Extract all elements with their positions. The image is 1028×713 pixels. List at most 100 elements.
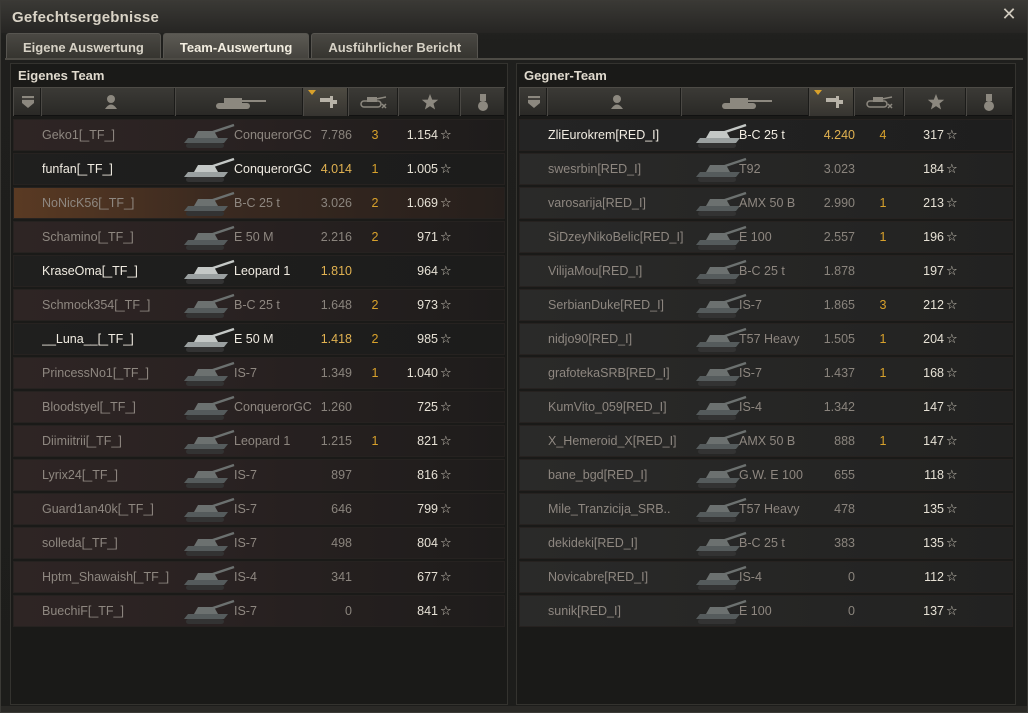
player-column-header[interactable] bbox=[41, 88, 175, 116]
table-row[interactable]: ZliEurokrem[RED_I] B-C 25 t 4.240 4 317 ☆ bbox=[519, 119, 1013, 151]
kills-column-header[interactable] bbox=[348, 88, 398, 116]
table-row[interactable]: KumVito_059[RED_I] IS-4 1.342 147 ☆ bbox=[519, 391, 1013, 423]
star-icon: ☆ bbox=[440, 467, 452, 482]
table-row[interactable]: Guard1an40k[_TF_] IS-7 646 799 ☆ bbox=[13, 493, 505, 525]
damage-value: 1.040 bbox=[406, 366, 438, 380]
table-row[interactable]: solleda[_TF_] IS-7 498 804 ☆ bbox=[13, 527, 505, 559]
table-row[interactable]: swesrbin[RED_I] T92 3.023 184 ☆ bbox=[519, 153, 1013, 185]
xp-column-header[interactable] bbox=[809, 88, 854, 116]
xp-value: 655 bbox=[834, 468, 855, 482]
sort-arrow-icon bbox=[814, 90, 822, 95]
table-row[interactable]: dekideki[RED_I] B-C 25 t 383 135 ☆ bbox=[519, 527, 1013, 559]
medal-column-header[interactable] bbox=[460, 88, 505, 116]
tab-ausfuehrlicher-bericht[interactable]: Ausführlicher Bericht bbox=[311, 33, 479, 59]
star-icon: ☆ bbox=[440, 127, 452, 142]
table-row[interactable]: Novicabre[RED_I] IS-4 0 112 ☆ bbox=[519, 561, 1013, 593]
xp-value: 897 bbox=[331, 468, 352, 482]
kills-column-header[interactable] bbox=[854, 88, 904, 116]
table-row[interactable]: SerbianDuke[RED_I] IS-7 1.865 3 212 ☆ bbox=[519, 289, 1013, 321]
tab-team-auswertung[interactable]: Team-Auswertung bbox=[162, 33, 310, 59]
player-name: Lyrix24[_TF_] bbox=[42, 468, 118, 482]
tank-icon bbox=[180, 359, 236, 389]
xp-column-header[interactable] bbox=[303, 88, 348, 116]
table-row[interactable]: SiDzeyNikoBelic[RED_I] E 100 2.557 1 196 ☆ bbox=[519, 221, 1013, 253]
table-row[interactable]: Geko1[_TF_] ConquerorGC 7.786 3 1.154 ☆ bbox=[13, 119, 505, 151]
player-name: Hptm_Shawaish[_TF_] bbox=[42, 570, 170, 584]
kills-value bbox=[366, 528, 384, 558]
table-row[interactable]: X_Hemeroid_X[RED_I] AMX 50 B 888 1 147 ☆ bbox=[519, 425, 1013, 457]
table-row[interactable]: NoNicK56[_TF_] B-C 25 t 3.026 2 1.069 ☆ bbox=[13, 187, 505, 219]
xp-value: 1.810 bbox=[320, 264, 352, 278]
star-icon: ☆ bbox=[440, 603, 452, 618]
player-name: NoNicK56[_TF_] bbox=[42, 196, 135, 210]
kills-value: 4 bbox=[879, 128, 887, 142]
table-row[interactable]: Bloodstyel[_TF_] ConquerorGC 1.260 725 ☆ bbox=[13, 391, 505, 423]
xp-value: 1.648 bbox=[320, 298, 352, 312]
xp-value: 383 bbox=[834, 536, 855, 550]
damage-column-header[interactable] bbox=[398, 88, 460, 116]
star-icon: ☆ bbox=[440, 501, 452, 516]
tab-eigene-auswertung[interactable]: Eigene Auswertung bbox=[6, 33, 161, 59]
close-icon[interactable]: ✕ bbox=[1000, 5, 1018, 23]
xp-value: 0 bbox=[848, 604, 855, 618]
star-icon: ☆ bbox=[946, 535, 958, 550]
star-icon: ☆ bbox=[440, 569, 452, 584]
damage-value: 317 bbox=[923, 128, 944, 142]
table-row[interactable]: sunik[RED_I] E 100 0 137 ☆ bbox=[519, 595, 1013, 627]
table-row[interactable]: funfan[_TF_] ConquerorGC 4.014 1 1.005 ☆ bbox=[13, 153, 505, 185]
table-row[interactable]: grafotekaSRB[RED_I] IS-7 1.437 1 168 ☆ bbox=[519, 357, 1013, 389]
player-name: Schamino[_TF_] bbox=[42, 230, 134, 244]
damage-value: 135 bbox=[923, 536, 944, 550]
squad-column-header[interactable] bbox=[13, 88, 41, 116]
table-row[interactable]: bane_bgd[RED_I] G.W. E 100 655 118 ☆ bbox=[519, 459, 1013, 491]
table-row[interactable]: BuechiF[_TF_] IS-7 0 841 ☆ bbox=[13, 595, 505, 627]
star-icon: ☆ bbox=[440, 229, 452, 244]
vehicle-column-header[interactable] bbox=[175, 88, 303, 116]
star-icon: ☆ bbox=[946, 365, 958, 380]
player-icon bbox=[105, 95, 117, 109]
player-name: varosarija[RED_I] bbox=[548, 196, 646, 210]
table-row[interactable]: __Luna__[_TF_] E 50 M 1.418 2 985 ☆ bbox=[13, 323, 505, 355]
kills-value bbox=[874, 494, 892, 524]
damage-value: 677 bbox=[417, 570, 438, 584]
table-row[interactable]: Schmock354[_TF_] B-C 25 t 1.648 2 973 ☆ bbox=[13, 289, 505, 321]
damage-value: 213 bbox=[923, 196, 944, 210]
kills-value: 1 bbox=[371, 434, 379, 448]
xp-value: 4.014 bbox=[320, 162, 352, 176]
medal-column-header[interactable] bbox=[966, 88, 1013, 116]
squad-column-header[interactable] bbox=[519, 88, 547, 116]
tab-divider bbox=[5, 58, 1023, 60]
table-row[interactable]: Diimiitrii[_TF_] Leopard 1 1.215 1 821 ☆ bbox=[13, 425, 505, 457]
table-row[interactable]: nidjo90[RED_I] T57 Heavy 1.505 1 204 ☆ bbox=[519, 323, 1013, 355]
table-row[interactable]: ViliјaMou[RED_I] B-C 25 t 1.878 197 ☆ bbox=[519, 255, 1013, 287]
damage-value: 204 bbox=[923, 332, 944, 346]
table-row[interactable]: Schamino[_TF_] E 50 M 2.216 2 971 ☆ bbox=[13, 221, 505, 253]
enemy-team-panel: Gegner-Team ZliEurokrem[RED_I] B-C 25 t … bbox=[516, 63, 1016, 705]
player-column-header[interactable] bbox=[547, 88, 681, 116]
tank-icon bbox=[180, 529, 236, 559]
tank-icon bbox=[180, 155, 236, 185]
table-row[interactable]: Hptm_Shawaish[_TF_] IS-4 341 677 ☆ bbox=[13, 561, 505, 593]
kills-value bbox=[366, 392, 384, 422]
kills-value: 1 bbox=[879, 230, 887, 244]
table-row[interactable]: varosarija[RED_I] AMX 50 B 2.990 1 213 ☆ bbox=[519, 187, 1013, 219]
vehicle-column-header[interactable] bbox=[681, 88, 809, 116]
table-row[interactable]: Mile_Tranzicija_SRB.. T57 Heavy 478 135 ☆ bbox=[519, 493, 1013, 525]
damage-value: 816 bbox=[417, 468, 438, 482]
damage-value: 147 bbox=[923, 434, 944, 448]
table-row[interactable]: PrincessNo1[_TF_] IS-7 1.349 1 1.040 ☆ bbox=[13, 357, 505, 389]
kills-value bbox=[366, 562, 384, 592]
xp-value: 341 bbox=[331, 570, 352, 584]
kills-value: 2 bbox=[371, 332, 379, 346]
player-name: PrincessNo1[_TF_] bbox=[42, 366, 149, 380]
player-name: SerbianDuke[RED_I] bbox=[548, 298, 665, 312]
damage-column-header[interactable] bbox=[904, 88, 966, 116]
own-team-panel: Eigenes Team Geko1[_TF_] ConquerorGC 7.7… bbox=[10, 63, 508, 705]
star-icon: ☆ bbox=[440, 365, 452, 380]
kills-value bbox=[874, 392, 892, 422]
star-icon: ☆ bbox=[946, 569, 958, 584]
table-row[interactable]: KraseOma[_TF_] Leopard 1 1.810 964 ☆ bbox=[13, 255, 505, 287]
star-icon: ☆ bbox=[946, 603, 958, 618]
table-row[interactable]: Lyrix24[_TF_] IS-7 897 816 ☆ bbox=[13, 459, 505, 491]
xp-value: 1.342 bbox=[823, 400, 855, 414]
